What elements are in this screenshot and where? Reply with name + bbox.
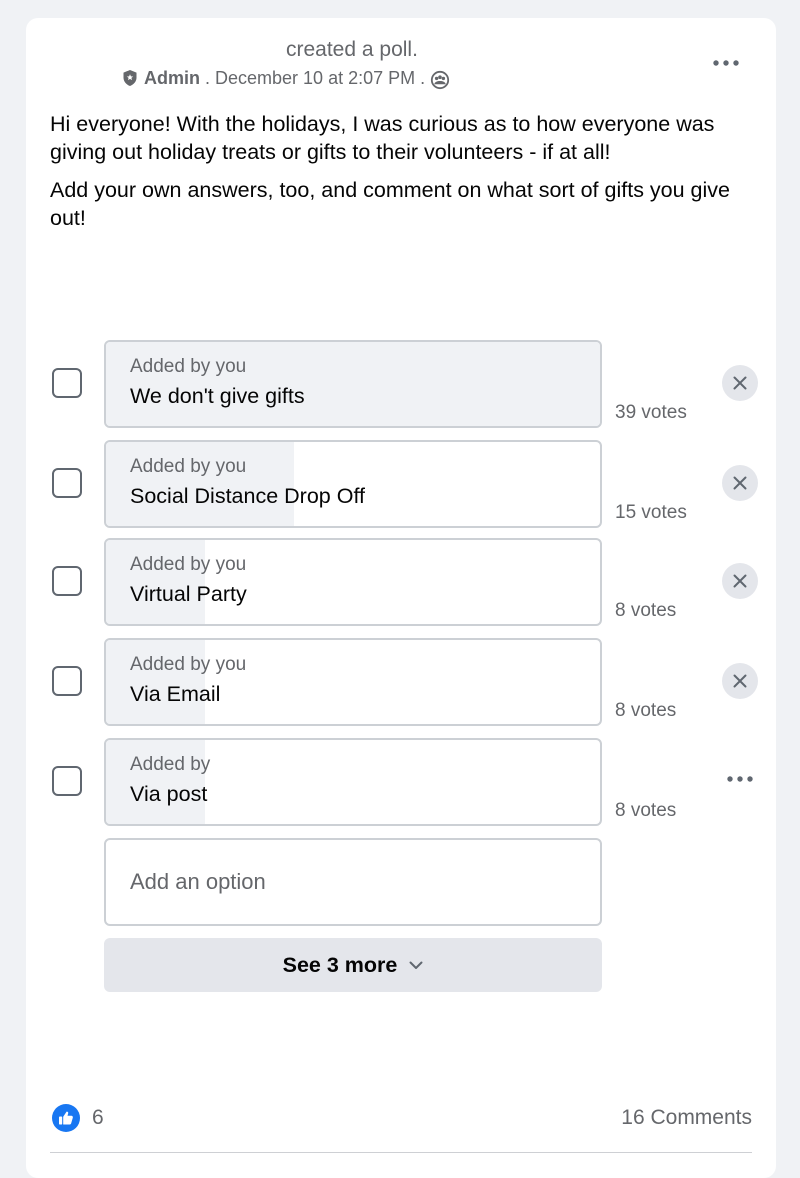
- poll-option: Added by you Via Email 8 votes: [26, 638, 776, 726]
- poll-option-bar[interactable]: Added by you Virtual Party: [104, 538, 602, 626]
- footer-divider: [50, 1152, 752, 1153]
- poll-option-bar[interactable]: Added by you Social Distance Drop Off: [104, 440, 602, 528]
- poll-option-checkbox[interactable]: [52, 468, 82, 498]
- option-vote-count[interactable]: 8 votes: [615, 800, 676, 822]
- group-members-icon[interactable]: [430, 70, 450, 90]
- poll-option-bar[interactable]: Added by Via post: [104, 738, 602, 826]
- post-meta: Admin . December 10 at 2:07 PM .: [122, 66, 450, 90]
- chevron-down-icon: [409, 961, 423, 970]
- post-timestamp[interactable]: December 10 at 2:07 PM: [215, 68, 415, 89]
- more-icon: [727, 776, 753, 782]
- option-label: Virtual Party: [130, 582, 247, 606]
- remove-option-button[interactable]: [722, 663, 758, 699]
- see-more-label: See 3 more: [282, 952, 398, 977]
- poll-option-checkbox[interactable]: [52, 566, 82, 596]
- post-paragraph: Add your own answers, too, and comment o…: [50, 178, 730, 230]
- close-icon: [733, 376, 747, 390]
- close-icon: [733, 674, 747, 688]
- post-paragraph: Hi everyone! With the holidays, I was cu…: [50, 112, 715, 164]
- poll-option-checkbox[interactable]: [52, 368, 82, 398]
- meta-separator: .: [205, 67, 211, 88]
- option-label: Social Distance Drop Off: [130, 484, 366, 508]
- option-label: Via post: [130, 782, 208, 806]
- add-option-input[interactable]: [104, 838, 602, 926]
- poll-option: Added by you We don't give gifts 39 vote…: [26, 340, 776, 428]
- close-icon: [733, 574, 747, 588]
- post-footer: 6 16 Comments: [50, 1102, 752, 1138]
- more-icon: [713, 60, 739, 66]
- poll-option-bar[interactable]: Added by you We don't give gifts: [104, 340, 602, 428]
- option-label: Via Email: [130, 682, 221, 706]
- option-more-button[interactable]: [720, 764, 760, 794]
- remove-option-button[interactable]: [722, 365, 758, 401]
- poll-option-checkbox[interactable]: [52, 766, 82, 796]
- author-role[interactable]: Admin: [144, 68, 200, 89]
- post-body: Hi everyone! With the holidays, I was cu…: [50, 110, 760, 242]
- poll-option-bar[interactable]: Added by you Via Email: [104, 638, 602, 726]
- see-more-button[interactable]: See 3 more: [104, 938, 602, 992]
- thumbs-up-icon[interactable]: [52, 1104, 80, 1132]
- poll-option: Added by you Social Distance Drop Off 15…: [26, 440, 776, 528]
- option-added-by: Added by you: [130, 554, 247, 575]
- poll-post-card: created a poll. Admin . December 10 at 2…: [26, 18, 776, 1178]
- close-icon: [733, 476, 747, 490]
- poll-option: Added by Via post 8 votes: [26, 738, 776, 826]
- poll-option: Added by you Virtual Party 8 votes: [26, 538, 776, 626]
- remove-option-button[interactable]: [722, 563, 758, 599]
- like-count[interactable]: 6: [92, 1106, 104, 1130]
- option-vote-count[interactable]: 39 votes: [615, 402, 687, 424]
- option-added-by: Added by: [130, 754, 211, 775]
- comments-count-link[interactable]: 16 Comments: [621, 1106, 752, 1130]
- option-added-by: Added by you: [130, 654, 247, 675]
- option-label: We don't give gifts: [130, 384, 305, 408]
- option-added-by: Added by you: [130, 356, 247, 377]
- option-vote-count[interactable]: 8 votes: [615, 700, 676, 722]
- option-vote-count[interactable]: 15 votes: [615, 502, 687, 524]
- option-added-by: Added by you: [130, 456, 247, 477]
- shield-icon: [122, 69, 138, 87]
- post-action-text: created a poll.: [286, 38, 418, 61]
- meta-separator: .: [420, 67, 426, 88]
- poll-option-checkbox[interactable]: [52, 666, 82, 696]
- remove-option-button[interactable]: [722, 465, 758, 501]
- option-vote-count[interactable]: 8 votes: [615, 600, 676, 622]
- post-more-options-button[interactable]: [706, 48, 746, 78]
